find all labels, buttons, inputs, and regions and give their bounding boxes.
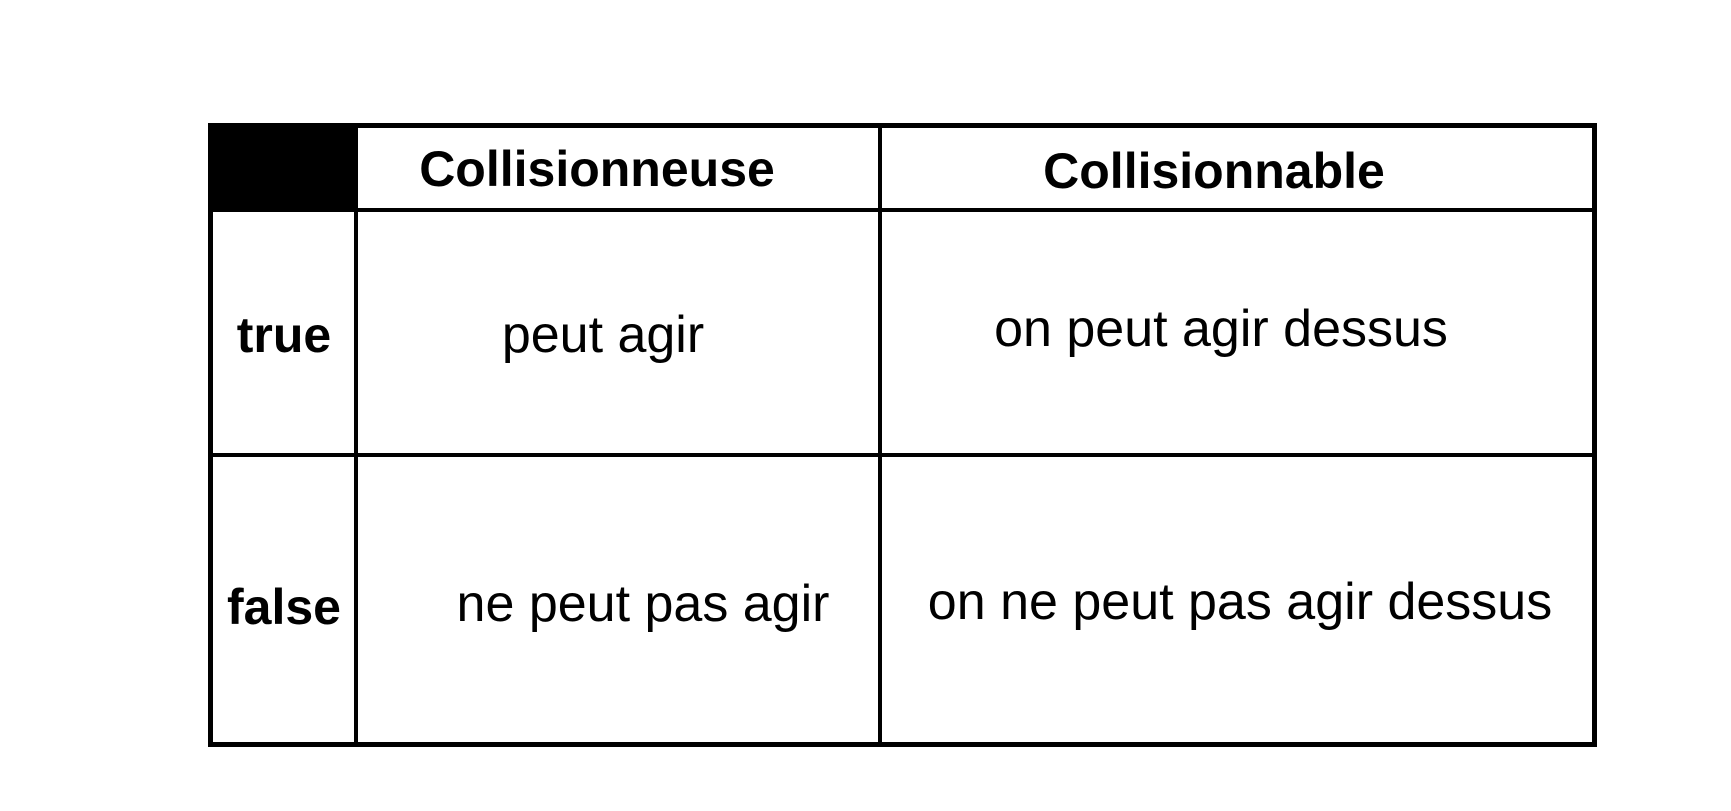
table-border-top xyxy=(208,123,1596,128)
table-border-right xyxy=(1592,123,1597,747)
cell-false-collisionnable: on ne peut pas agir dessus xyxy=(927,573,1553,631)
column-divider-1 xyxy=(354,123,358,747)
table-border-bottom xyxy=(208,742,1596,747)
cell-true-collisionnable: on peut agir dessus xyxy=(994,300,1448,358)
corner-cell xyxy=(210,126,356,212)
row-divider-middle xyxy=(208,453,1596,457)
comparison-table: Collisionneuse Collisionnable true false… xyxy=(0,0,1731,811)
cell-false-collisionneuse: ne peut pas agir xyxy=(456,575,830,633)
cell-true-collisionneuse: peut agir xyxy=(501,306,705,364)
row-divider-header xyxy=(208,208,1596,212)
row-label-true: true xyxy=(236,307,332,363)
header-collisionneuse: Collisionneuse xyxy=(419,141,775,197)
row-label-false: false xyxy=(227,579,341,635)
column-divider-2 xyxy=(878,123,882,747)
header-collisionnable: Collisionnable xyxy=(1043,143,1385,199)
table-border-left xyxy=(208,123,213,747)
